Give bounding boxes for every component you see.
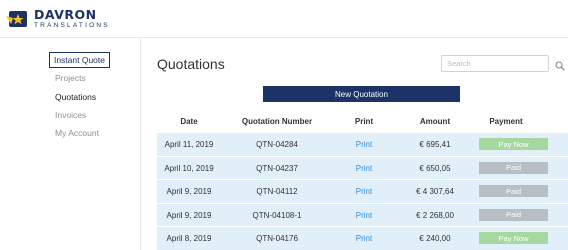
- table-row: April 10, 2019 QTN-04237 Print € 650,05 …: [157, 155, 568, 179]
- brand-subtitle: TRANSLATIONS: [34, 21, 110, 29]
- table-row: April 8, 2019 QTN-04176 Print € 240,00 P…: [157, 226, 568, 250]
- cell-amount: € 650,05: [419, 163, 451, 173]
- brand-name: DAVRON: [34, 7, 97, 22]
- header-amount: Amount: [419, 117, 451, 126]
- paid-badge: Paid: [479, 185, 548, 197]
- cell-quotation-number: QTN-04284: [256, 140, 298, 149]
- header-quotation-number: Quotation Number: [241, 117, 313, 126]
- sidebar-item-my-account[interactable]: My Account: [55, 128, 99, 138]
- sidebar-item-projects[interactable]: Projects: [55, 73, 86, 83]
- print-link[interactable]: Print: [356, 187, 372, 196]
- pay-now-button[interactable]: Pay Now: [479, 232, 548, 244]
- cell-date: April 8, 2019: [166, 234, 212, 243]
- sidebar-item-invoices[interactable]: Invoices: [55, 110, 86, 120]
- paid-badge: Paid: [479, 161, 548, 174]
- cell-amount: € 695,41: [419, 140, 451, 149]
- cell-quotation-number: QTN-04176: [256, 234, 298, 243]
- cell-quotation-number: QTN-04112: [256, 187, 298, 196]
- table-header: Date Quotation Number Print Amount Payme…: [157, 112, 568, 132]
- header-date: Date: [180, 117, 198, 126]
- new-quotation-button[interactable]: New Quotation: [263, 86, 460, 102]
- cell-amount: € 240,00: [419, 234, 451, 243]
- cell-date: April 11, 2019: [164, 140, 214, 149]
- table-row: April 9, 2019 QTN-04108-1 Print € 2 268,…: [157, 202, 568, 226]
- header-payment: Payment: [489, 117, 523, 126]
- logo[interactable]: DAVRON TRANSLATIONS: [6, 6, 110, 32]
- print-link[interactable]: Print: [356, 140, 372, 149]
- sidebar-item-instant-quote[interactable]: Instant Quote: [49, 52, 110, 68]
- cell-date: April 9, 2019: [166, 187, 212, 196]
- table-row: April 11, 2019 QTN-04284 Print € 695,41 …: [157, 132, 568, 156]
- sidebar: Instant Quote Projects Quotations Invoic…: [0, 38, 141, 250]
- table-row: April 9, 2019 QTN-04112 Print € 4 307,64…: [157, 179, 568, 203]
- search-icon[interactable]: [555, 58, 565, 71]
- page-title: Quotations: [157, 56, 225, 72]
- pay-now-button[interactable]: Pay Now: [479, 138, 548, 150]
- cell-quotation-number: QTN-04108-1: [252, 210, 302, 220]
- print-link[interactable]: Print: [356, 164, 372, 173]
- logo-text: DAVRON TRANSLATIONS: [34, 7, 110, 29]
- header-print: Print: [354, 117, 374, 126]
- cell-date: April 10, 2019: [164, 163, 214, 173]
- logo-star-icon: [6, 8, 30, 30]
- print-link[interactable]: Print: [356, 211, 372, 220]
- cell-amount: € 4 307,64: [416, 187, 454, 196]
- sidebar-item-quotations[interactable]: Quotations: [55, 92, 96, 102]
- cell-date: April 9, 2019: [166, 210, 212, 220]
- quotations-table: Date Quotation Number Print Amount Payme…: [157, 112, 568, 250]
- cell-amount: € 2 268,00: [416, 210, 454, 220]
- search-input[interactable]: [441, 55, 549, 72]
- print-link[interactable]: Print: [356, 234, 372, 243]
- top-bar: DAVRON TRANSLATIONS: [0, 0, 568, 38]
- cell-quotation-number: QTN-04237: [256, 163, 298, 173]
- paid-badge: Paid: [479, 208, 548, 221]
